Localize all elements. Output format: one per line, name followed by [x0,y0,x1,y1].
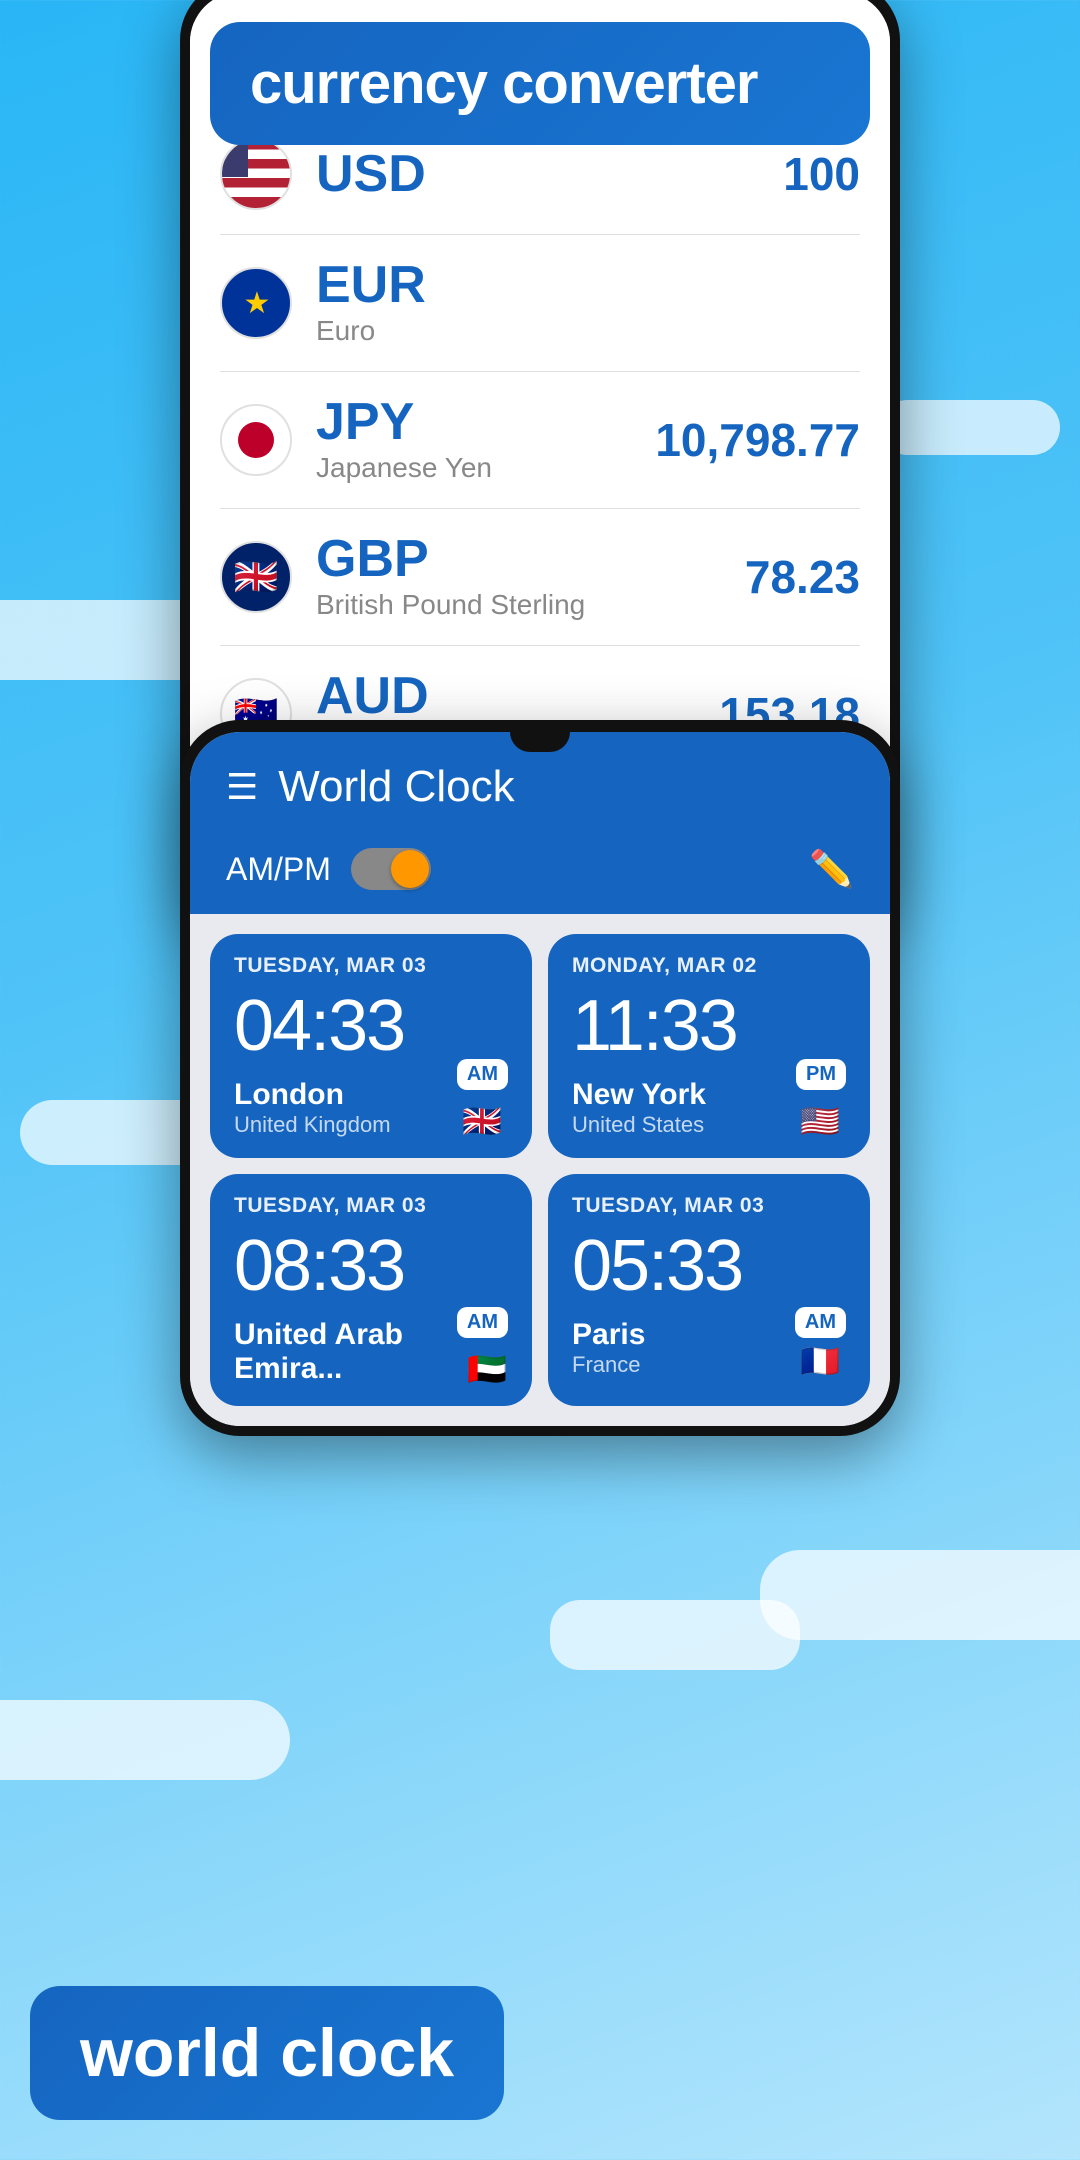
clock-card-date: TUESDAY, MAR 03 [234,954,508,978]
clock-card-time: 04:33 [234,990,508,1062]
flag-gbp: 🇬🇧 [220,541,292,613]
ampm-badge: AM [457,1307,508,1338]
currency-code: USD [316,148,783,200]
clock-card-country: United Kingdom [234,1112,391,1138]
clock-card-city: Paris [572,1318,645,1352]
currency-code: GBP [316,533,745,585]
edit-icon[interactable]: ✏️ [809,848,854,890]
currency-code: AUD [316,670,719,722]
flag-eur [220,267,292,339]
list-item: 🇬🇧 GBP British Pound Sterling 78.23 [220,509,860,646]
flag-uk-clock: 🇬🇧 [456,1104,508,1138]
clock-card-time: 08:33 [234,1230,508,1302]
currency-value: 10,798.77 [655,413,860,467]
currency-banner-text: currency converter [250,50,830,117]
flag-france-clock: 🇫🇷 [794,1344,846,1378]
list-item: JPY Japanese Yen 10,798.77 [220,372,860,509]
ampm-badge: AM [457,1059,508,1090]
currency-name: Euro [316,315,860,347]
clock-card-time: 05:33 [572,1230,846,1302]
hamburger-icon[interactable]: ☰ [226,766,258,808]
ampm-toggle[interactable] [351,848,431,890]
clock-card-london[interactable]: TUESDAY, MAR 03 04:33 AM London United K… [210,934,532,1158]
currency-name: Japanese Yen [316,452,655,484]
currency-name: British Pound Sterling [316,589,745,621]
world-clock-banner: world clock [30,1986,504,2120]
flag-usd [220,138,292,210]
world-clock-phone: ☰ World Clock AM/PM ✏️ TUESDAY, MAR 03 0… [180,720,900,1436]
ampm-badge: PM [796,1059,846,1090]
clock-card-country: France [572,1352,645,1378]
flag-jpy [220,404,292,476]
currency-code: EUR [316,259,860,311]
flag-us-clock: 🇺🇸 [794,1104,846,1138]
clock-card-date: TUESDAY, MAR 03 [572,1194,846,1218]
toggle-thumb [391,850,429,888]
clock-title: World Clock [278,762,854,812]
clock-card-city: New York [572,1078,706,1112]
clock-grid: TUESDAY, MAR 03 04:33 AM London United K… [190,914,890,1426]
clock-card-city: United Arab Emira... [234,1318,466,1386]
currency-banner: currency converter [210,22,870,145]
world-clock-banner-text: world clock [80,2014,454,2092]
clock-card-uae[interactable]: TUESDAY, MAR 03 08:33 AM United Arab Emi… [210,1174,532,1406]
ampm-label: AM/PM [226,851,331,888]
clock-card-city: London [234,1078,391,1112]
list-item: EUR Euro [220,235,860,372]
clock-card-date: MONDAY, MAR 02 [572,954,846,978]
currency-code: JPY [316,396,655,448]
clock-card-date: TUESDAY, MAR 03 [234,1194,508,1218]
ampm-badge: AM [795,1307,846,1338]
clock-card-time: 11:33 [572,990,846,1062]
clock-card-country: United States [572,1112,706,1138]
clock-card-newyork[interactable]: MONDAY, MAR 02 11:33 PM New York United … [548,934,870,1158]
currency-value: 78.23 [745,550,860,604]
clock-card-paris[interactable]: TUESDAY, MAR 03 05:33 AM Paris France 🇫🇷 [548,1174,870,1406]
clock-subheader: AM/PM ✏️ [190,832,890,914]
flag-uae-clock: 🇦🇪 [466,1352,508,1386]
currency-value: 100 [783,147,860,201]
